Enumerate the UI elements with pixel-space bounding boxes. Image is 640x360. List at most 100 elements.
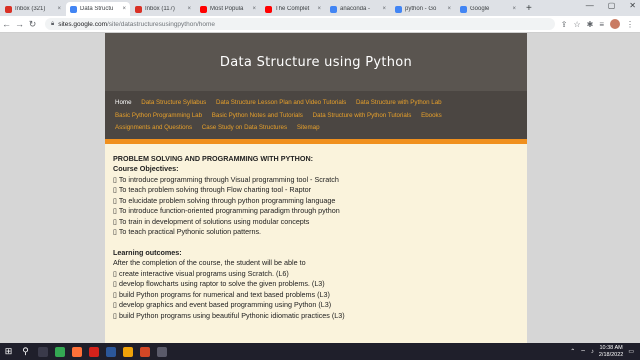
tab-close-icon[interactable]: × bbox=[512, 6, 516, 12]
site-nav-link[interactable]: Ebooks bbox=[421, 112, 442, 119]
browser-tab-bar: Inbox (321) × Data Structu × Inbox (117) × Mos… bbox=[0, 0, 640, 16]
address-toolbar: ← → ↻ 🔒︎ sites.google.com/site/datastruc… bbox=[0, 16, 640, 33]
site-container: Data Structure using Python Home Data St… bbox=[105, 33, 527, 343]
tab-title: Inbox (117) bbox=[145, 6, 175, 12]
tab-favicon-icon bbox=[330, 5, 337, 13]
start-button[interactable]: ⊞ bbox=[0, 343, 17, 360]
site-nav-link[interactable]: Basic Python Programming Lab bbox=[115, 112, 202, 119]
taskbar: ⊞ ⚲ ⌃ ⌔ ♪ 10:38 AM 2/18/2022 ▭ bbox=[0, 343, 640, 360]
browser-tab[interactable]: Inbox (117) × bbox=[131, 2, 195, 16]
tab-title: Google bbox=[470, 6, 490, 12]
browser-tab[interactable]: python - Go × bbox=[391, 2, 455, 16]
tab-favicon-icon bbox=[5, 5, 12, 13]
site-nav-link[interactable]: Data Structure with Python Tutorials bbox=[313, 112, 412, 119]
word-taskbar-icon[interactable] bbox=[102, 343, 119, 360]
clock-time: 10:38 AM bbox=[599, 344, 623, 351]
chevron-up-icon[interactable]: ⌃ bbox=[570, 348, 575, 355]
new-tab-button[interactable]: + bbox=[526, 2, 532, 16]
site-nav-link[interactable]: Home bbox=[115, 99, 132, 106]
outcomes-heading: Learning outcomes: bbox=[113, 247, 182, 257]
list-item: ▯ develop graphics and event based progr… bbox=[113, 300, 332, 309]
maximize-button[interactable]: ▢ bbox=[608, 1, 616, 10]
site-nav-link[interactable]: Data Structure Lesson Plan and Video Tut… bbox=[216, 99, 346, 106]
acrobat-taskbar-icon[interactable] bbox=[85, 343, 102, 360]
site-nav-link[interactable]: Sitemap bbox=[297, 124, 320, 131]
notifications-icon[interactable]: ▭ bbox=[628, 348, 634, 355]
tab-favicon-icon bbox=[200, 5, 207, 13]
clock-date: 2/18/2022 bbox=[598, 351, 624, 358]
taskbar-apps bbox=[34, 343, 170, 360]
outcomes-intro: After the completion of the course, the … bbox=[113, 258, 306, 267]
site-nav-link[interactable]: Data Structure with Python Lab bbox=[356, 99, 442, 106]
bookmark-star-icon[interactable]: ☆ bbox=[573, 20, 580, 29]
settings-icon bbox=[156, 346, 167, 357]
chrome-icon bbox=[54, 346, 65, 357]
word-icon bbox=[105, 346, 116, 357]
extensions-icon[interactable]: ✱ bbox=[587, 20, 594, 29]
tab-title: anaconda - bbox=[340, 6, 371, 12]
site-nav-link[interactable]: Data Structure Syllabus bbox=[141, 99, 206, 106]
lock-icon[interactable]: 🔒︎ bbox=[51, 21, 54, 28]
site-title: Data Structure using Python bbox=[219, 54, 413, 70]
task-view-taskbar-icon[interactable] bbox=[34, 343, 51, 360]
browser-tab[interactable]: Google × bbox=[456, 2, 520, 16]
acrobat-icon bbox=[88, 346, 99, 357]
back-button[interactable]: ← bbox=[0, 19, 13, 29]
tab-favicon-icon bbox=[265, 5, 272, 13]
content-heading: PROBLEM SOLVING AND PROGRAMMING WITH PYT… bbox=[113, 153, 314, 163]
tab-close-icon[interactable]: × bbox=[122, 6, 126, 12]
tab-close-icon[interactable]: × bbox=[187, 6, 191, 12]
site-nav-link[interactable]: Assignments and Questions bbox=[115, 124, 192, 131]
list-item: ▯ create interactive visual programs usi… bbox=[113, 268, 289, 278]
site-header: Data Structure using Python bbox=[105, 33, 527, 91]
url-bar[interactable]: 🔒︎ sites.google.com/site/datastructuresu… bbox=[45, 18, 555, 30]
list-item: ▯ To introduce programming through Visua… bbox=[113, 174, 339, 184]
browser-tab[interactable]: Most Popula × bbox=[196, 2, 260, 16]
app-taskbar-icon[interactable] bbox=[119, 343, 136, 360]
forward-button[interactable]: → bbox=[13, 19, 26, 29]
tab-list: Inbox (321) × Data Structu × Inbox (117) × Mos… bbox=[0, 2, 520, 16]
tab-title: python - Go bbox=[405, 6, 437, 12]
profile-avatar[interactable] bbox=[610, 19, 620, 29]
browser-tab[interactable]: The Complet × bbox=[261, 2, 325, 16]
toolbar-right: ⇪ ☆ ✱ ≡ ⋮ bbox=[561, 19, 640, 29]
powerpoint-taskbar-icon[interactable] bbox=[136, 343, 153, 360]
browser-tab[interactable]: Inbox (321) × bbox=[1, 2, 65, 16]
site-navigation: Home Data Structure Syllabus Data Struct… bbox=[105, 91, 527, 139]
outcomes-list: ▯ create interactive visual programs usi… bbox=[113, 269, 519, 322]
system-tray: ⌃ ⌔ ♪ 10:38 AM 2/18/2022 ▭ bbox=[570, 345, 640, 359]
browser-tab[interactable]: anaconda - × bbox=[326, 2, 390, 16]
reload-button[interactable]: ↻ bbox=[26, 19, 39, 30]
chrome-taskbar-icon[interactable] bbox=[51, 343, 68, 360]
tab-close-icon[interactable]: × bbox=[382, 6, 386, 12]
tab-close-icon[interactable]: × bbox=[447, 6, 451, 12]
clock[interactable]: 10:38 AM 2/18/2022 bbox=[599, 345, 623, 359]
tab-close-icon[interactable]: × bbox=[252, 6, 256, 12]
task-view-icon bbox=[37, 346, 48, 357]
menu-icon[interactable]: ⋮ bbox=[626, 20, 634, 29]
objectives-heading: Course Objectives: bbox=[113, 164, 179, 173]
tab-close-icon[interactable]: × bbox=[317, 6, 321, 12]
site-nav-link[interactable]: Case Study on Data Structures bbox=[202, 124, 287, 131]
browser-tab[interactable]: Data Structu × bbox=[66, 2, 130, 16]
reading-list-icon[interactable]: ≡ bbox=[599, 20, 604, 29]
tab-favicon-icon bbox=[135, 5, 142, 13]
network-icon[interactable]: ⌔ bbox=[580, 348, 586, 356]
share-icon[interactable]: ⇪ bbox=[561, 20, 568, 29]
main-content: PROBLEM SOLVING AND PROGRAMMING WITH PYT… bbox=[105, 144, 527, 322]
minimize-button[interactable]: — bbox=[586, 1, 594, 10]
list-item: ▯ To elucidate problem solving through p… bbox=[113, 195, 336, 205]
site-nav-link[interactable]: Basic Python Notes and Tutorials bbox=[212, 112, 303, 119]
search-icon[interactable]: ⚲ bbox=[17, 343, 34, 360]
url-host: sites.google.com bbox=[58, 20, 107, 28]
firefox-taskbar-icon[interactable] bbox=[68, 343, 85, 360]
settings-taskbar-icon[interactable] bbox=[153, 343, 170, 360]
tab-favicon-icon bbox=[460, 5, 467, 13]
tab-close-icon[interactable]: × bbox=[57, 6, 61, 12]
powerpoint-icon bbox=[139, 346, 150, 357]
list-item: ▯ build Python programs using beautiful … bbox=[113, 310, 345, 320]
volume-icon[interactable]: ♪ bbox=[591, 349, 594, 355]
tab-title: Most Popula bbox=[210, 6, 244, 12]
close-window-button[interactable]: ✕ bbox=[629, 1, 636, 10]
app-icon bbox=[122, 346, 133, 357]
